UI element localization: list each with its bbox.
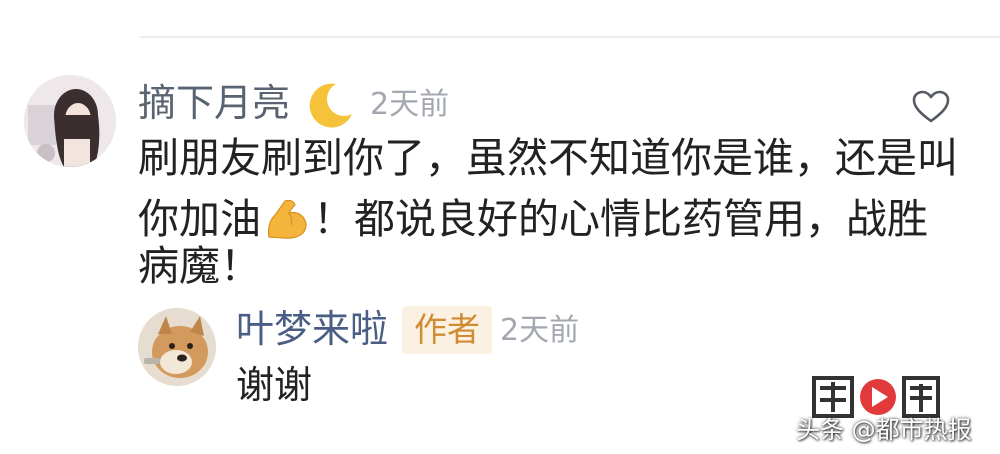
reply-time: 2天前 (500, 313, 580, 348)
author-username[interactable]: 叶梦来啦 (236, 310, 388, 348)
comment-text-line-1: 刷朋友刷到你了，虽然不知道你是谁，还是叫 (138, 134, 958, 182)
comment-time: 2天前 (370, 87, 450, 122)
crescent-moon-icon (309, 83, 352, 128)
commenter-username[interactable]: 摘下月亮 (138, 84, 290, 122)
comment-text-segment: ！都说良好的心情比药管用，战胜 (313, 194, 928, 243)
flexed-biceps-icon (268, 199, 307, 239)
top-divider (140, 36, 1000, 38)
author-badge: 作者 (402, 306, 492, 354)
first-eye-logo (812, 376, 940, 418)
source-watermark: 头条 @都市热报 (796, 416, 972, 444)
like-heart-icon[interactable] (912, 90, 950, 124)
comment-text-line-3: 病魔！ (138, 242, 261, 290)
author-avatar[interactable] (138, 308, 216, 386)
comment-text-line-2: 你加油 ！都说良好的心情比药管用，战胜 (138, 196, 928, 241)
comment-text-segment: 你加油 (138, 194, 261, 243)
reply-text: 谢谢 (236, 363, 313, 407)
commenter-avatar[interactable] (24, 75, 116, 167)
